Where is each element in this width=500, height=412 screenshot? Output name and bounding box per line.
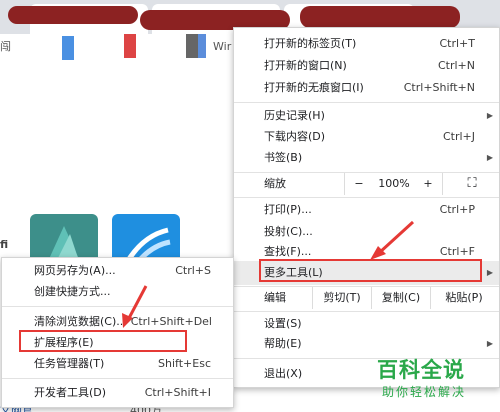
annotation-arrows (122, 220, 415, 328)
watermark-title: 百科全说 (377, 358, 465, 382)
red-arrow-icon (370, 220, 415, 260)
watermark-subtitle: 助你轻松解决 (382, 385, 467, 399)
red-arrow-icon (122, 285, 148, 328)
